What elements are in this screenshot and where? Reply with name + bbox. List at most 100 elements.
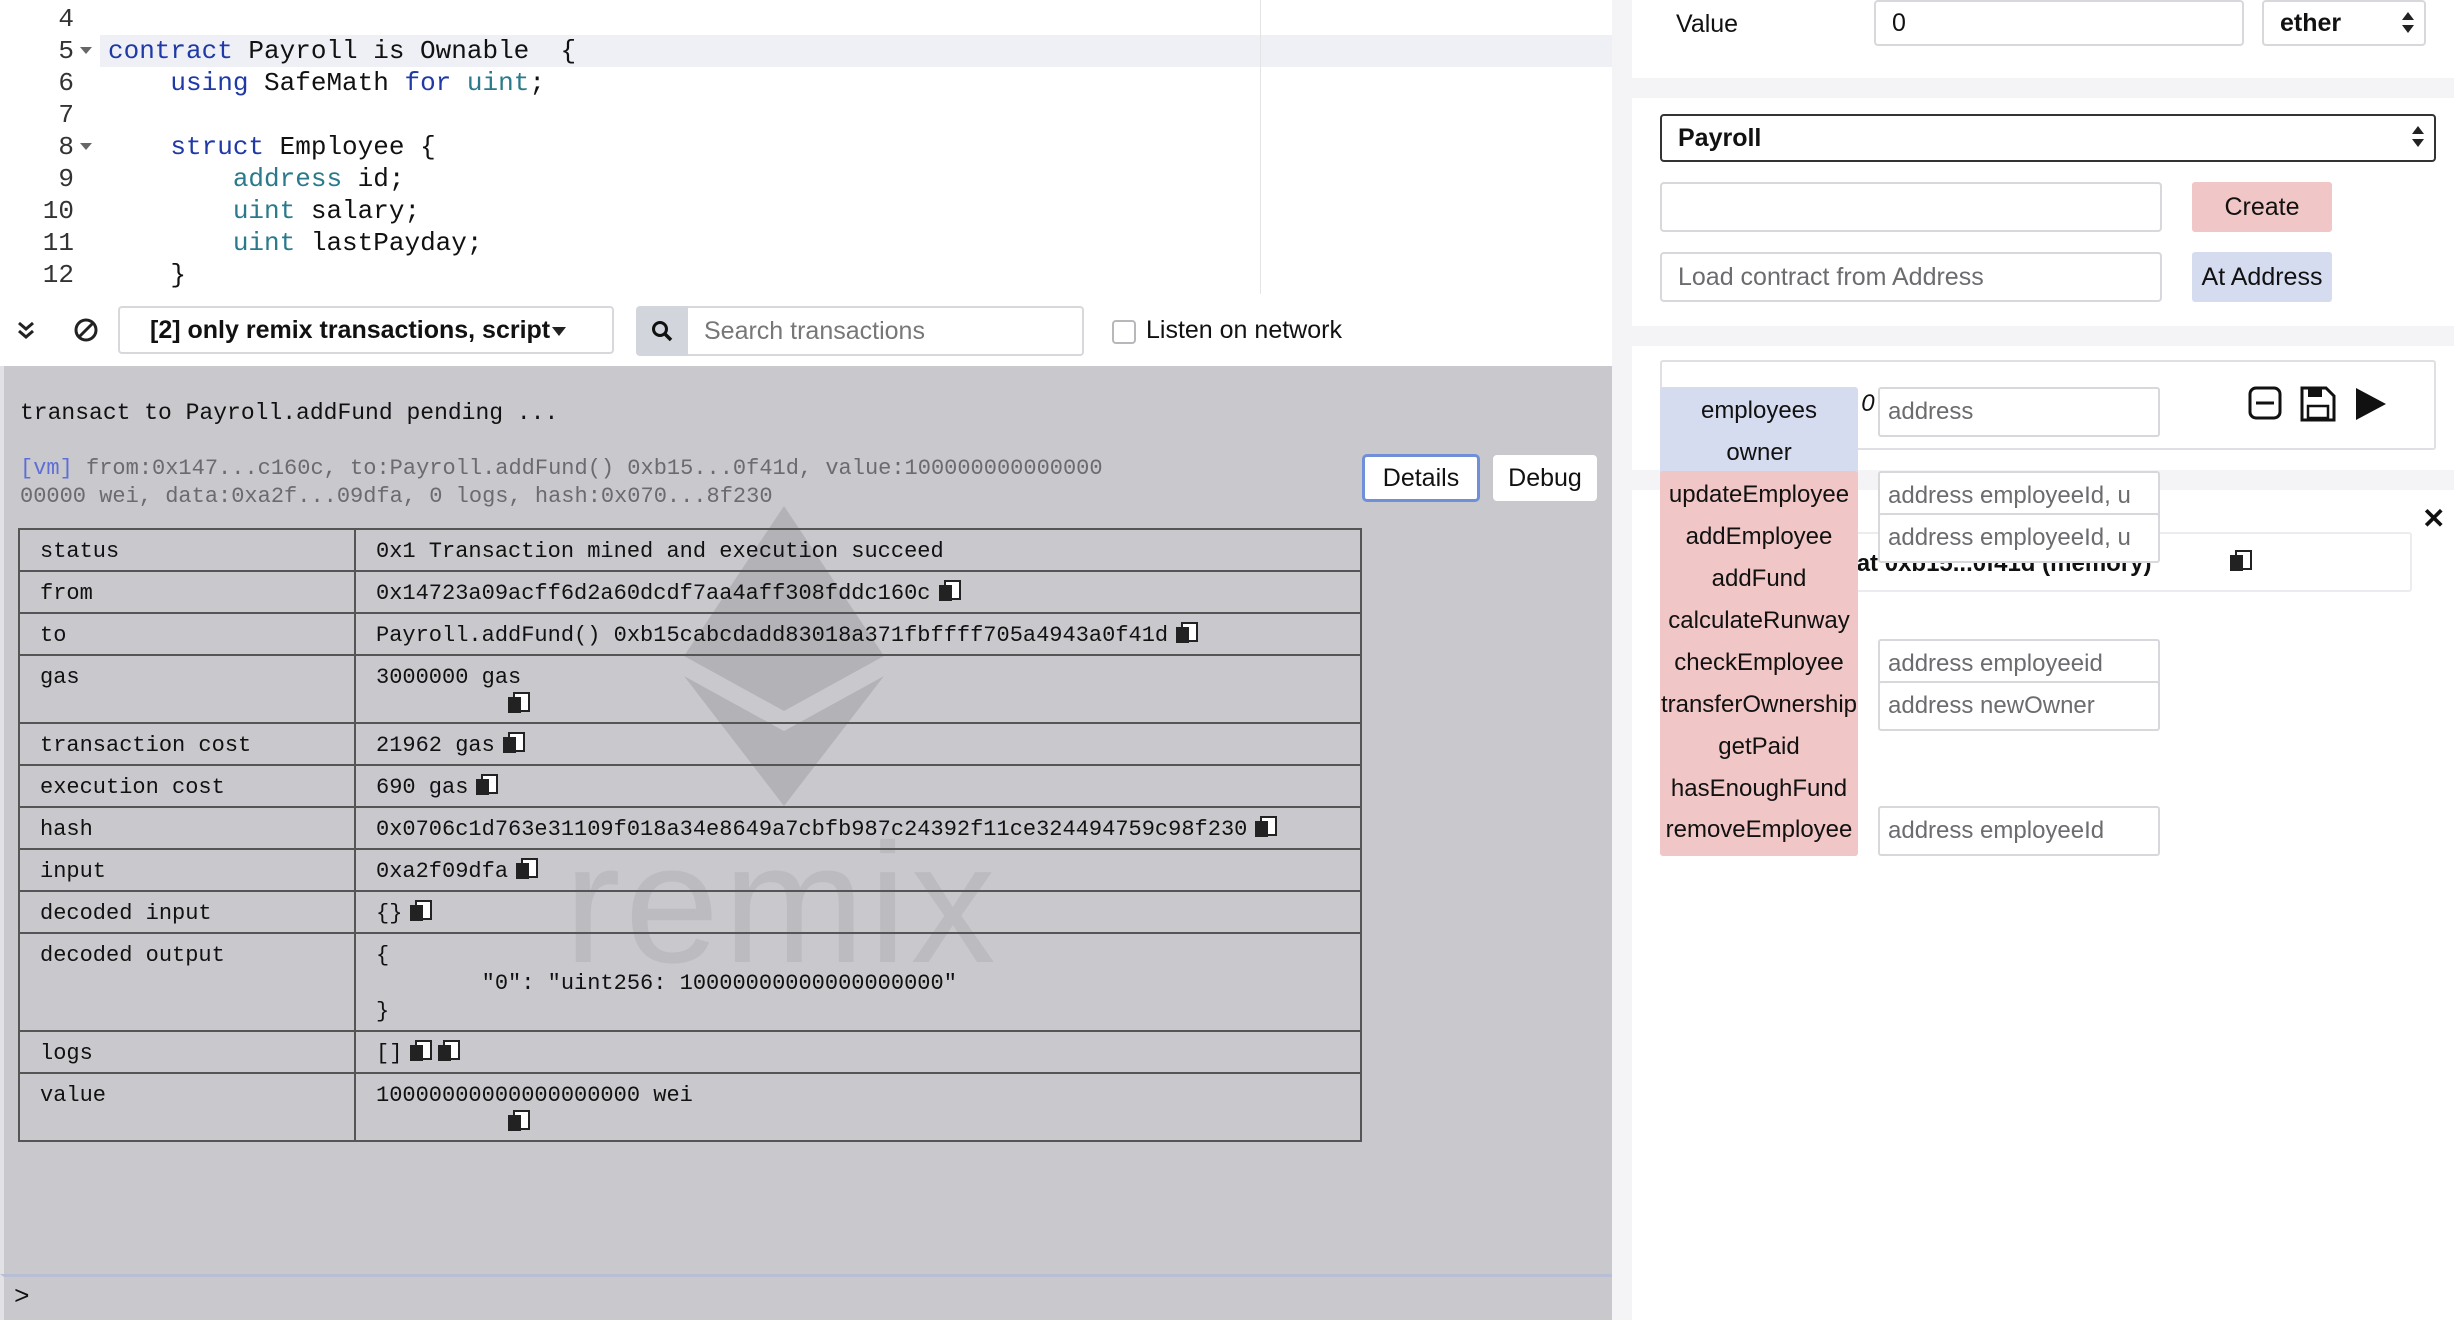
debug-button[interactable]: Debug — [1492, 454, 1598, 502]
tx-value: {} — [354, 890, 1362, 934]
code-line[interactable]: 8 struct Employee { — [0, 131, 1612, 163]
filter-select-label: [2] only remix transactions, script — [150, 315, 551, 344]
clipboard-copy-icon[interactable] — [508, 692, 530, 714]
clear-console-icon[interactable] — [68, 310, 104, 350]
tx-value: 10000000000000000000 wei — [354, 1072, 1362, 1142]
tx-row: input 0xa2f09dfa — [18, 848, 1362, 892]
tx-key: logs — [18, 1030, 356, 1074]
code-line[interactable]: 10 uint salary; — [0, 195, 1612, 227]
listen-on-network-checkbox[interactable] — [1112, 320, 1136, 344]
tx-key: value — [18, 1072, 356, 1142]
line-number: 11 — [42, 228, 74, 258]
function-button-removeemployee[interactable]: removeEmployee — [1660, 806, 1858, 856]
clipboard-copy-icon[interactable] — [1255, 816, 1278, 838]
function-args-input-transferownership[interactable] — [1878, 681, 2160, 731]
search-icon — [652, 321, 673, 342]
tx-key: execution cost — [18, 764, 356, 808]
code-text: } — [108, 260, 187, 290]
function-args-input-employees[interactable] — [1878, 387, 2160, 437]
code-text: address id; — [232, 164, 405, 194]
line-number: 5 — [58, 36, 74, 66]
tx-row: execution cost 690 gas — [18, 764, 1362, 808]
line-number: 4 — [58, 4, 74, 34]
clipboard-copy-icon[interactable] — [410, 1040, 433, 1062]
terminal-output[interactable]: remix transact to Payroll.addFund pendin… — [0, 366, 1612, 1274]
code-line[interactable]: 6 using SafeMath for uint; — [0, 67, 1612, 99]
double-chevron-down-icon[interactable] — [8, 310, 44, 350]
terminal-toolbar: [2] only remix transactions, script — [0, 294, 1612, 366]
code-line[interactable]: 5 contract Payroll is Ownable { — [0, 35, 1612, 67]
tx-key: transaction cost — [18, 722, 356, 766]
details-button[interactable]: Details — [1362, 454, 1480, 502]
constructor-args-input[interactable] — [1660, 182, 2162, 232]
code-line[interactable]: 12 } — [0, 259, 1612, 291]
tx-value: { "0": "uint256: 10000000000000000000" } — [354, 932, 1362, 1032]
clipboard-copy-icon[interactable] — [508, 1110, 530, 1132]
function-args-input-removeemployee[interactable] — [1878, 806, 2160, 856]
tx-row: hash 0x0706c1d763e31109f018a34e8649a7cbfb… — [18, 806, 1362, 850]
tx-key: decoded input — [18, 890, 356, 934]
clipboard-copy-icon[interactable] — [516, 858, 539, 880]
line-number: 10 — [42, 196, 74, 226]
clipboard-copy-icon[interactable] — [438, 1040, 461, 1062]
tx-row: decoded output{ "0": "uint256: 100000000… — [18, 932, 1362, 1032]
code-line[interactable]: 9 address id; — [0, 163, 1612, 195]
tx-value: 690 gas — [354, 764, 1362, 808]
line-number: 8 — [58, 132, 74, 162]
console-prompt[interactable]: > — [0, 1274, 1612, 1320]
tx-value: 0x1 Transaction mined and execution succ… — [354, 528, 1362, 572]
code-editor[interactable]: 4 5 contract Payroll is Ownable {6 using S… — [0, 0, 1612, 294]
value-label: Value — [1676, 10, 1739, 38]
chevron-down-icon — [552, 327, 566, 336]
copy-row — [376, 692, 1340, 718]
at-address-button[interactable]: At Address — [2192, 252, 2332, 302]
fold-caret-icon[interactable] — [80, 47, 92, 54]
select-arrows-icon — [2412, 126, 2424, 148]
search-transactions-input[interactable] — [688, 306, 1084, 356]
clipboard-copy-icon[interactable] — [476, 774, 499, 796]
tx-row: status 0x1 Transaction mined and executio… — [18, 528, 1362, 572]
clipboard-copy-icon[interactable] — [2230, 550, 2252, 572]
clipboard-copy-icon[interactable] — [410, 900, 433, 922]
floppy-disk-icon[interactable] — [2298, 382, 2338, 426]
select-arrows-icon — [2402, 12, 2414, 34]
vm-tag: [vm] — [20, 456, 73, 481]
code-text: struct Employee { — [170, 132, 436, 162]
create-button[interactable]: Create — [2192, 182, 2332, 232]
tx-row: gas 3000000 gas — [18, 654, 1362, 724]
listen-on-network-label: Listen on network — [1146, 316, 1342, 344]
load-address-input[interactable] — [1660, 252, 2162, 302]
value-unit-select[interactable]: ether — [2262, 0, 2426, 46]
code-line[interactable]: 7 — [0, 99, 1612, 131]
function-args-input-addemployee[interactable] — [1878, 513, 2160, 563]
code-text: using SafeMath for uint; — [170, 68, 545, 98]
tx-value: 0x14723a09acff6d2a60dcdf7aa4aff308fddc16… — [354, 570, 1362, 614]
transaction-summary: [vm] from:0x147...c160c, to:Payroll.addF… — [20, 455, 1360, 511]
line-number: 6 — [58, 68, 74, 98]
code-line[interactable]: 4 — [0, 3, 1612, 35]
clipboard-copy-icon[interactable] — [938, 580, 961, 602]
tx-key: status — [18, 528, 356, 572]
tx-row: decoded input{} — [18, 890, 1362, 934]
tx-key: to — [18, 612, 356, 656]
line-number: 12 — [42, 260, 74, 290]
close-icon[interactable]: ✕ — [2422, 502, 2445, 535]
contract-deploy-section: Payroll Create At Address — [1632, 98, 2454, 326]
clipboard-copy-icon[interactable] — [502, 732, 525, 754]
code-text: uint salary; — [232, 196, 421, 226]
tx-row: value 10000000000000000000 wei — [18, 1072, 1362, 1142]
tx-value: [] — [354, 1030, 1362, 1074]
code-line[interactable]: 11 uint lastPayday; — [0, 227, 1612, 259]
play-triangle-icon[interactable] — [2350, 382, 2390, 426]
line-number: 9 — [58, 164, 74, 194]
value-input[interactable] — [1874, 0, 2244, 46]
contract-select[interactable]: Payroll — [1660, 114, 2436, 162]
fold-caret-icon[interactable] — [80, 143, 92, 150]
search-button[interactable] — [636, 306, 688, 356]
transaction-filter-select[interactable]: [2] only remix transactions, script — [118, 306, 614, 354]
minus-box-icon[interactable] — [2246, 382, 2286, 426]
clipboard-copy-icon[interactable] — [1176, 622, 1199, 644]
tx-row: transaction cost 21962 gas — [18, 722, 1362, 766]
code-text: contract Payroll is Ownable { — [108, 36, 577, 66]
pending-message: transact to Payroll.addFund pending ... — [20, 400, 559, 426]
